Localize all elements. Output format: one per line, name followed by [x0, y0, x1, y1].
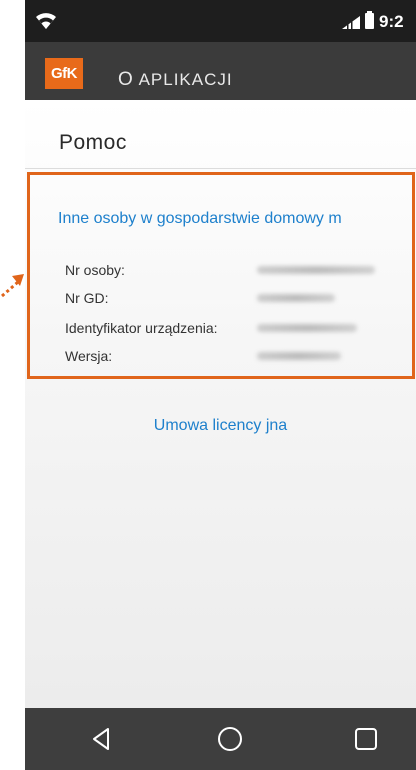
divider: [25, 168, 416, 169]
app-bar: GfK O APLIKACJI: [25, 42, 416, 100]
blurred-value: [257, 352, 341, 360]
signal-icon: [342, 16, 360, 29]
wifi-icon: [36, 13, 56, 29]
phone-screen: 9:2 GfK O APLIKACJI Pomoc Inne osoby w g…: [25, 0, 416, 770]
about-content: Pomoc Inne osoby w gospodarstwie domowy …: [25, 100, 416, 708]
page-title-rest: APLIKACJI: [133, 70, 233, 89]
info-label-device-id: Identyfikator urządzenia:: [65, 320, 218, 336]
annotation-arrow-icon: [1, 274, 24, 298]
info-label-version: Wersja:: [65, 348, 113, 364]
battery-icon: [365, 11, 374, 29]
blurred-value: [257, 294, 335, 302]
help-heading[interactable]: Pomoc: [59, 131, 127, 155]
page-title-initial: O: [118, 69, 134, 90]
household-members-link[interactable]: Inne osoby w gospodarstwie domowy m: [58, 210, 342, 228]
license-agreement-link[interactable]: Umowa licency jna: [25, 417, 416, 435]
info-label-person-number: Nr osoby:: [65, 262, 125, 278]
status-bar: 9:2: [25, 0, 416, 42]
home-icon[interactable]: [218, 727, 242, 751]
recent-apps-icon[interactable]: [355, 728, 377, 750]
blurred-value: [257, 266, 375, 274]
page-title: O APLIKACJI: [118, 69, 233, 91]
info-label-household-number: Nr GD:: [65, 290, 109, 306]
navigation-bar: [25, 708, 416, 770]
status-time: 9:2: [379, 12, 404, 31]
gfk-logo: GfK: [45, 58, 83, 89]
back-icon[interactable]: [91, 727, 111, 751]
blurred-value: [257, 324, 357, 332]
